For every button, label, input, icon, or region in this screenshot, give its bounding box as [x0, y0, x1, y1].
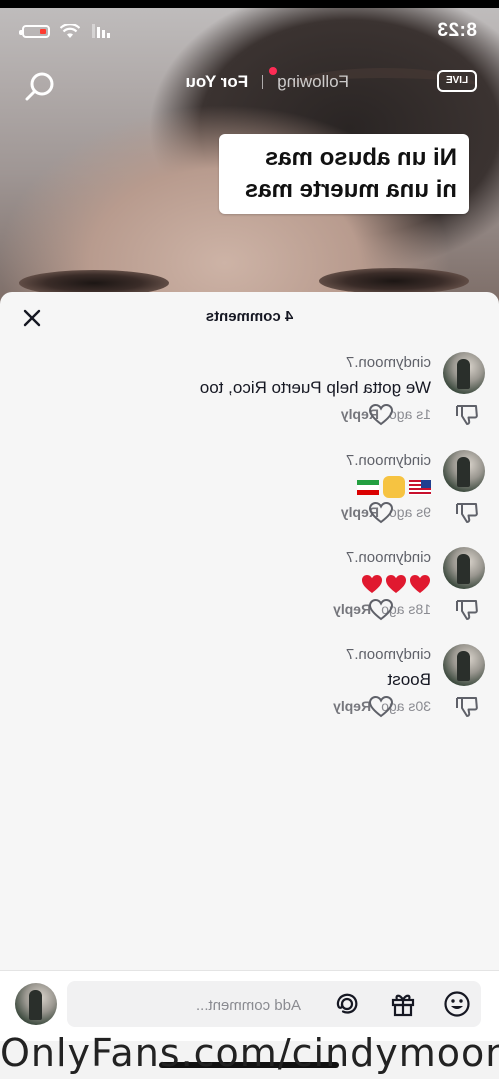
comment-item: cindymoon.7 9s agoReply: [0, 450, 499, 540]
comment-text: Boost: [387, 670, 431, 689]
red-heart-emoji: [410, 574, 430, 593]
comment-username[interactable]: cindymoon.7: [346, 646, 431, 663]
heart-icon[interactable]: [368, 402, 394, 428]
comment-emoji-text: [353, 476, 431, 498]
dislike-icon[interactable]: [454, 694, 480, 720]
dislike-icon[interactable]: [454, 402, 480, 428]
cellular-signal-icon: [90, 24, 110, 38]
live-label: LIVE: [437, 70, 477, 92]
watermark: OnlyFans.com/cindymoon: [0, 1031, 499, 1075]
search-icon[interactable]: [22, 68, 58, 104]
comment-username[interactable]: cindymoon.7: [346, 452, 431, 469]
heart-icon[interactable]: [368, 597, 394, 623]
comments-header: 4 comments: [0, 292, 499, 344]
comment-input-wrapper: [67, 981, 481, 1029]
red-heart-emoji: [362, 574, 382, 593]
caption-line-1: Ni un abuso mas: [264, 144, 457, 171]
comments-sheet: 4 comments cindymoon.7 We gotta help Pue…: [0, 292, 499, 972]
status-time: 8:23: [436, 20, 477, 41]
dislike-icon[interactable]: [454, 500, 480, 526]
dislike-icon[interactable]: [454, 597, 480, 623]
live-button[interactable]: LIVE: [437, 64, 477, 104]
reply-button[interactable]: Reply: [333, 601, 371, 617]
feed-tabs: Following For You: [186, 67, 349, 92]
gift-icon[interactable]: [389, 990, 417, 1018]
tab-following[interactable]: Following: [269, 67, 349, 92]
comment-username[interactable]: cindymoon.7: [346, 549, 431, 566]
comment-item: cindymoon.7 Boost 30s agoReply: [0, 644, 499, 734]
heart-icon[interactable]: [368, 694, 394, 720]
battery-icon: [22, 24, 50, 38]
us-flag-emoji: [409, 479, 431, 495]
comment-item: cindymoon.7 We gotta help Puerto Rico, t…: [0, 352, 499, 442]
flag-emoji: [357, 479, 379, 495]
avatar[interactable]: [443, 352, 485, 394]
heart-icon[interactable]: [368, 500, 394, 526]
face-eye-left: [319, 268, 469, 294]
notification-dot: [269, 67, 278, 75]
tab-for-you[interactable]: For You: [186, 72, 249, 92]
comment-item: cindymoon.7 18s agoReply: [0, 547, 499, 637]
comments-count-title: 4 comments: [205, 308, 294, 325]
avatar: [15, 983, 57, 1025]
comment-time: 1s ago: [388, 406, 431, 422]
red-heart-emoji: [386, 574, 406, 593]
comment-username[interactable]: cindymoon.7: [346, 354, 431, 371]
emoji-icon[interactable]: [443, 990, 471, 1018]
wifi-icon: [60, 23, 80, 39]
top-strip: [0, 0, 499, 8]
raised-fist-emoji: [383, 476, 405, 498]
avatar[interactable]: [443, 450, 485, 492]
mirrored-screen: 8:23 LIVE Following For You Ni un abuso …: [0, 0, 499, 1079]
close-icon[interactable]: [18, 304, 46, 332]
mention-icon[interactable]: [333, 990, 361, 1018]
video-caption: Ni un abuso mas ni una muerte mas: [219, 134, 469, 214]
avatar[interactable]: [443, 547, 485, 589]
comment-input[interactable]: [79, 981, 303, 1029]
tab-following-label: Following: [277, 72, 349, 91]
comment-time: 9s ago: [388, 504, 431, 520]
reply-button[interactable]: Reply: [333, 698, 371, 714]
caption-line-2: ni una muerte mas: [244, 176, 457, 203]
comment-text: We gotta help Puerto Rico, too: [199, 378, 431, 397]
avatar[interactable]: [443, 644, 485, 686]
tab-divider: [262, 75, 264, 89]
status-bar: 8:23: [22, 18, 477, 44]
feed-header: LIVE Following For You: [0, 64, 499, 108]
comment-emoji-text: [359, 573, 431, 594]
